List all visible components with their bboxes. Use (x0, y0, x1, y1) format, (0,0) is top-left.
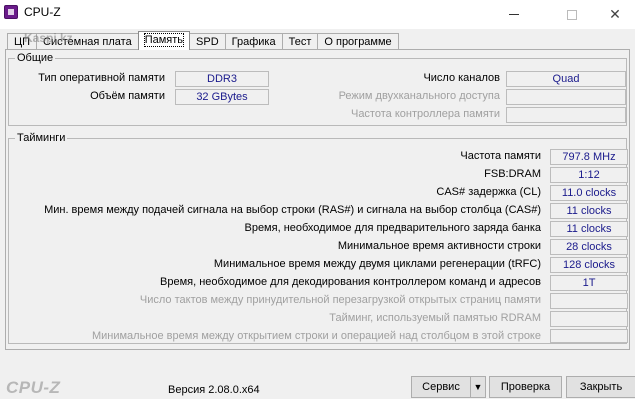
tools-button[interactable]: Сервис (411, 376, 471, 398)
validate-button[interactable]: Проверка (489, 376, 562, 398)
timing-label-row-to-column: Минимальное время между открытием строки… (91, 330, 541, 342)
tab-memory[interactable]: Память (137, 31, 191, 50)
timing-value-row-to-column (550, 329, 628, 343)
maximize-icon (567, 9, 577, 20)
timing-value-command-rate: 1T (550, 275, 628, 291)
channels-value: Quad (506, 71, 626, 87)
timings-group: Тайминги Частота памяти 797.8 MHz FSB:DR… (8, 132, 628, 344)
memory-size-label: Объём памяти (90, 90, 165, 102)
dual-mode-label: Режим двухканального доступа (338, 90, 500, 102)
timing-label-ras-to-cas: Мин. время между подачей сигнала на выбо… (44, 204, 541, 216)
timing-label-cas-latency: CAS# задержка (CL) (436, 186, 541, 198)
timing-value-total-cas (550, 311, 628, 327)
tab-mainboard[interactable]: Системная плата (36, 33, 139, 50)
timing-value-ras-precharge: 11 clocks (550, 221, 628, 237)
timing-value-trfc: 128 clocks (550, 257, 628, 273)
timing-value-cycle-time: 28 clocks (550, 239, 628, 255)
nb-frequency-value (506, 107, 626, 123)
maximize-button[interactable] (549, 0, 595, 29)
tab-graphics[interactable]: Графика (224, 33, 283, 50)
timing-value-fsb-dram: 1:12 (550, 167, 628, 183)
timing-value-ras-to-cas: 11 clocks (550, 203, 628, 219)
cpuz-app-icon (4, 5, 18, 19)
tab-cpu[interactable]: ЦП (7, 33, 38, 50)
channels-label: Число каналов (423, 72, 500, 84)
tools-dropdown-button[interactable]: ▼ (470, 376, 486, 398)
window-title: CPU-Z (24, 5, 61, 19)
memory-panel: Общие Тип оперативной памяти DDR3 Объём … (5, 49, 630, 350)
version-text: Версия 2.08.0.x64 (168, 384, 260, 396)
close-icon: ✕ (609, 6, 621, 22)
cpuz-footer-logo: CPU-Z (6, 378, 61, 397)
timing-value-cas-latency: 11.0 clocks (550, 185, 628, 201)
timing-label-fsb-dram: FSB:DRAM (484, 168, 541, 180)
close-window-button[interactable]: ✕ (592, 0, 635, 29)
tab-bench[interactable]: Тест (281, 33, 319, 50)
client-area: Kaspi.kz ЦП Системная плата Память SPD Г… (0, 29, 635, 399)
timing-label-total-cas: Тайминг, используемый памятью RDRAM (329, 312, 541, 324)
dropdown-arrow-icon: ▼ (473, 382, 483, 392)
tab-about[interactable]: О программе (317, 33, 399, 50)
tab-bar: ЦП Системная плата Память SPD Графика Те… (7, 31, 399, 50)
timing-value-dram-frequency: 797.8 MHz (550, 149, 628, 165)
dual-mode-value (506, 89, 626, 105)
memory-size-value: 32 GBytes (175, 89, 269, 105)
timing-label-dram-frequency: Частота памяти (460, 150, 541, 162)
memory-type-value: DDR3 (175, 71, 269, 87)
tab-spd[interactable]: SPD (189, 33, 226, 50)
timing-label-dram-idle-timer: Число тактов между принудительной переза… (139, 294, 541, 306)
general-group: Общие Тип оперативной памяти DDR3 Объём … (8, 52, 627, 126)
timing-value-dram-idle-timer (550, 293, 628, 309)
nb-frequency-label: Частота контроллера памяти (350, 108, 500, 120)
timing-label-cycle-time: Минимальное время активности строки (337, 240, 541, 252)
minimize-icon (509, 14, 519, 15)
general-group-title: Общие (15, 52, 56, 65)
timing-label-trfc: Минимальное время между двумя циклами ре… (213, 258, 541, 270)
title-bar: CPU-Z ✕ (0, 0, 635, 29)
minimize-button[interactable] (491, 0, 537, 29)
memory-type-label: Тип оперативной памяти (38, 72, 165, 84)
timing-label-ras-precharge: Время, необходимое для предварительного … (244, 222, 541, 234)
timings-group-title: Тайминги (15, 132, 68, 145)
timing-label-command-rate: Время, необходимое для декодирования кон… (160, 276, 541, 288)
close-button[interactable]: Закрыть (566, 376, 635, 398)
